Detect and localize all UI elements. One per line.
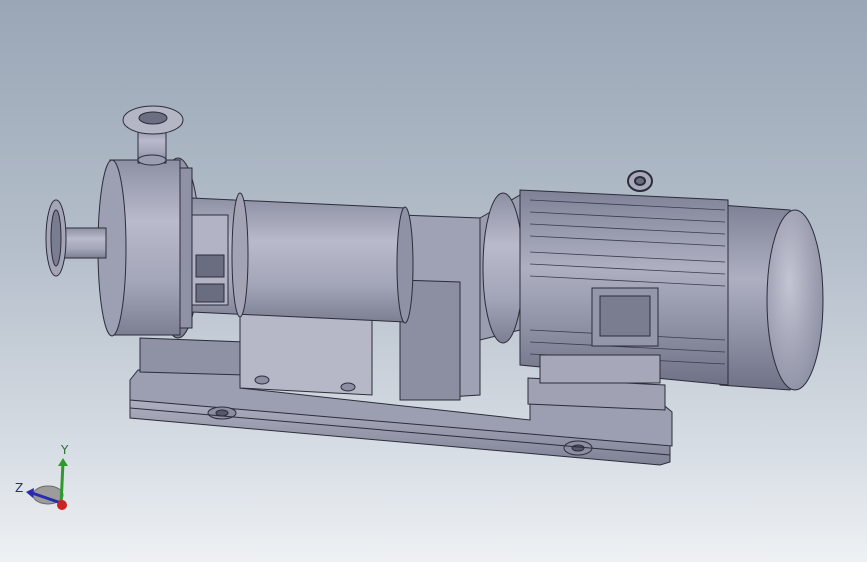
triad-y-label: Y bbox=[61, 443, 69, 457]
graphics-viewport[interactable]: Y Z bbox=[0, 0, 867, 562]
pump-assembly-model[interactable] bbox=[0, 0, 867, 562]
pump-casing[interactable] bbox=[97, 157, 201, 339]
discharge-flange[interactable] bbox=[122, 105, 184, 166]
lifting-eye[interactable] bbox=[627, 170, 653, 192]
shaft-housing[interactable] bbox=[191, 192, 414, 324]
electric-motor[interactable] bbox=[519, 189, 824, 391]
triad-z-label: Z bbox=[15, 481, 24, 495]
coupling[interactable] bbox=[479, 192, 524, 344]
suction-flange[interactable] bbox=[45, 199, 107, 277]
